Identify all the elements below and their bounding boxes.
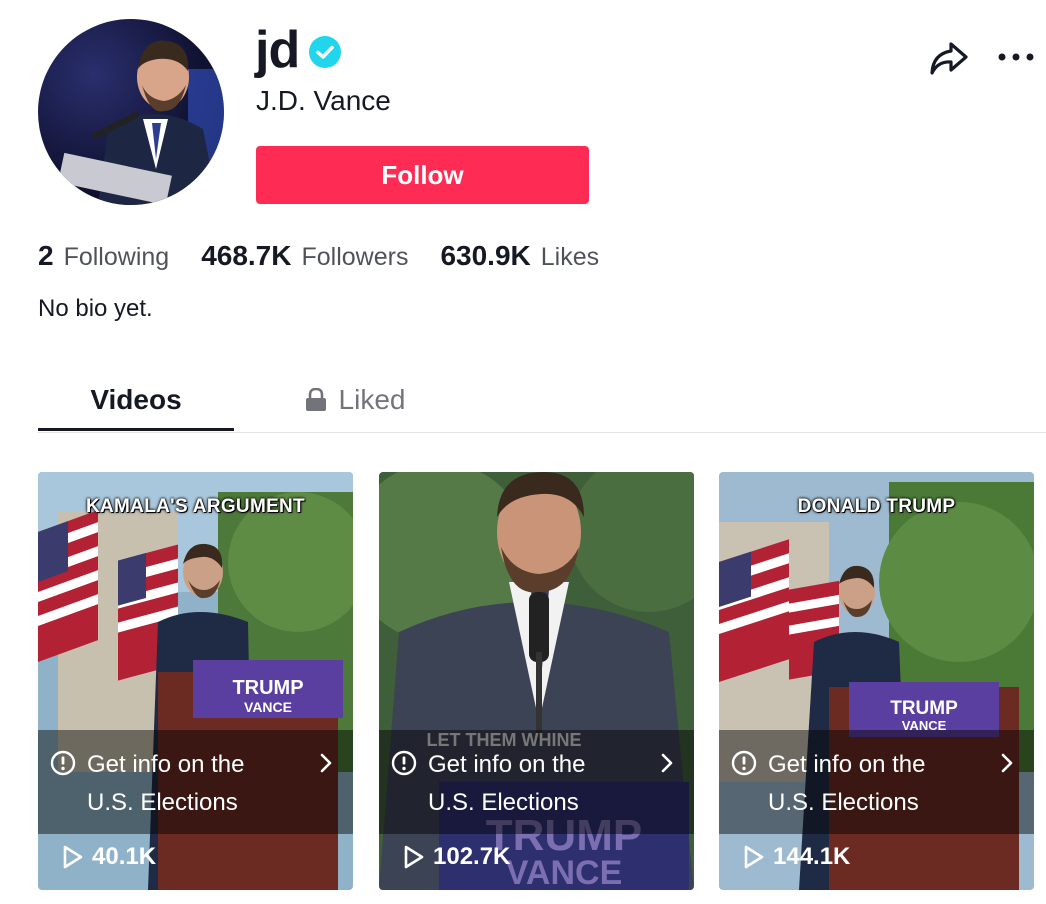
chevron-right-icon [661, 753, 673, 773]
tab-videos[interactable]: Videos [38, 370, 234, 431]
username: jd [255, 21, 300, 79]
following-count: 2 [38, 240, 54, 271]
info-line-1: Get info on the [87, 751, 245, 778]
play-icon [744, 845, 764, 869]
elections-info-banner[interactable]: Get info on the U.S. Elections [38, 730, 353, 834]
view-count: 102.7K [403, 843, 510, 871]
play-icon [404, 845, 424, 869]
lock-icon [305, 388, 326, 411]
profile-tabs: Videos Liked [38, 370, 1046, 433]
tab-liked-label: Liked [338, 384, 406, 415]
video-card[interactable]: TRUMP VANCE DONALD TRUMP Get info on the… [719, 472, 1034, 890]
chevron-right-icon [1001, 753, 1013, 773]
svg-text:TRUMP: TRUMP [232, 677, 303, 699]
view-count-value: 144.1K [773, 843, 851, 870]
following-label: Following [63, 243, 170, 271]
info-line-2: U.S. Elections [428, 789, 579, 816]
video-card[interactable]: TRUMP VANCE KAMALA'S ARGUMENT Get info o… [38, 472, 353, 890]
follow-button[interactable]: Follow [256, 146, 589, 204]
video-card[interactable]: TRUMP VANCE LET THEM WHINE Get info on t… [379, 472, 694, 890]
elections-info-banner[interactable]: Get info on the U.S. Elections [719, 730, 1034, 834]
info-line-2: U.S. Elections [768, 789, 919, 816]
profile-stats: 2 Following 468.7K Followers 630.9K Like… [38, 240, 631, 272]
followers-count: 468.7K [201, 240, 292, 271]
info-icon [50, 750, 76, 776]
tab-active-indicator [38, 428, 234, 431]
info-line-1: Get info on the [768, 751, 926, 778]
stat-likes: 630.9K Likes [440, 240, 599, 272]
info-text: Get info on the U.S. Elections [428, 746, 648, 822]
view-count: 40.1K [62, 843, 156, 871]
verified-badge-icon [309, 36, 342, 68]
likes-label: Likes [540, 243, 600, 271]
avatar[interactable] [38, 19, 224, 205]
info-text: Get info on the U.S. Elections [768, 746, 988, 822]
video-overlay-text: DONALD TRUMP [797, 496, 956, 517]
view-count-value: 40.1K [92, 843, 157, 870]
chevron-right-icon [320, 753, 332, 773]
stat-followers[interactable]: 468.7K Followers [201, 240, 408, 272]
more-icon[interactable] [996, 44, 1036, 70]
video-overlay-text: KAMALA'S ARGUMENT [86, 496, 305, 517]
tab-liked[interactable]: Liked [270, 370, 440, 430]
play-icon [63, 845, 83, 869]
username-row: jd [255, 18, 342, 82]
stat-following[interactable]: 2 Following [38, 240, 169, 272]
view-count-value: 102.7K [433, 843, 511, 870]
svg-text:VANCE: VANCE [506, 854, 623, 890]
elections-info-banner[interactable]: Get info on the U.S. Elections [379, 730, 694, 834]
info-line-2: U.S. Elections [87, 789, 238, 816]
bio: No bio yet. [38, 295, 153, 322]
info-icon [731, 750, 757, 776]
svg-text:TRUMP: TRUMP [890, 698, 958, 719]
view-count: 144.1K [743, 843, 850, 871]
display-name: J.D. Vance [256, 85, 391, 116]
likes-count: 630.9K [440, 240, 531, 271]
tab-videos-label: Videos [90, 384, 182, 415]
profile-page: jd J.D. Vance Follow 2 Following 468.7K … [0, 0, 1046, 904]
info-icon [391, 750, 417, 776]
info-line-1: Get info on the [428, 751, 586, 778]
followers-label: Followers [301, 243, 409, 271]
share-icon[interactable] [928, 38, 970, 78]
svg-text:VANCE: VANCE [244, 699, 292, 715]
info-text: Get info on the U.S. Elections [87, 746, 307, 822]
